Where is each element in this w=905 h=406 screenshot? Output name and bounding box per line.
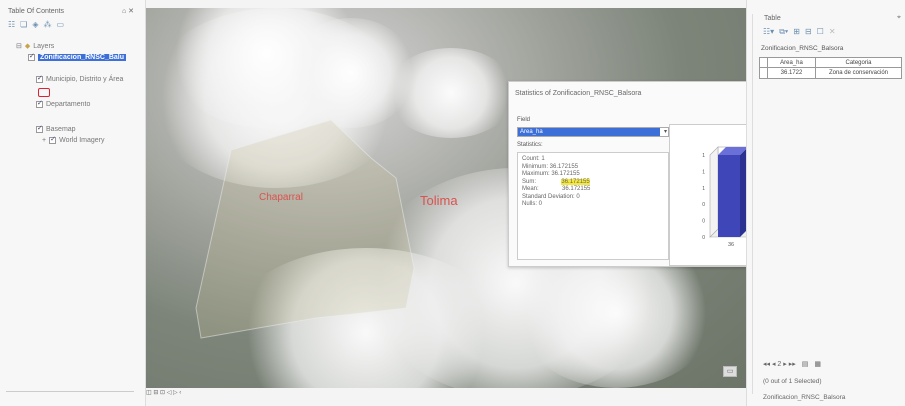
row-selector-header[interactable]	[760, 58, 768, 67]
toc-toolbar: ☷ ❏ ◈ ⁂ ▭	[8, 20, 64, 29]
field-dropdown-value[interactable]: Area_ha	[518, 128, 660, 136]
show-selected-records-icon[interactable]: ▦	[814, 360, 821, 368]
layers-label: Layers	[33, 42, 55, 50]
clear-selection-icon[interactable]: ☐	[817, 27, 824, 37]
options-icon[interactable]: ▭	[57, 20, 65, 29]
select-by-attributes-icon[interactable]: ⊞	[793, 27, 800, 37]
cell-categoria[interactable]: Zona de conservación	[816, 68, 901, 78]
layer-row-world-imagery[interactable]: + World Imagery	[42, 135, 104, 144]
related-tables-icon[interactable]: ⧉▾	[779, 27, 788, 37]
table-toolbar: ☷▾ ⧉▾ ⊞ ⊟ ☐ ✕	[763, 27, 836, 37]
delete-selected-icon[interactable]: ✕	[829, 27, 836, 37]
layer-label-municipio[interactable]: Municipio, Distrito y Área	[46, 76, 123, 83]
column-header-area[interactable]: Area_ha	[768, 58, 816, 67]
list-by-visibility-icon[interactable]: ◈	[32, 20, 38, 29]
chart-y-tick-label: 0	[702, 235, 705, 241]
table-header-row: Area_ha Categoria	[760, 58, 901, 68]
table-title: Table	[764, 15, 781, 22]
map-layout-toggles[interactable]: ◫ ⊟ ⊡ ◁ ▷ ‹	[146, 389, 181, 396]
table-options-icon[interactable]: ☷▾	[763, 27, 774, 37]
field-dropdown[interactable]: Area_ha ▾	[517, 127, 669, 137]
chart-y-tick-label: 1	[702, 186, 705, 192]
layer-label-world-imagery[interactable]: World Imagery	[59, 137, 104, 144]
record-nav-controls[interactable]: ◂◂ ◂ 2 ▸ ▸▸	[763, 360, 796, 368]
stat-mean-label: Mean:	[522, 186, 539, 192]
show-all-records-icon[interactable]: ▤	[802, 360, 809, 368]
stat-minimum: Minimum: 36.172155	[522, 163, 579, 170]
stat-stddev: Standard Deviation: 0	[522, 193, 580, 200]
layer-visibility-checkbox[interactable]	[36, 124, 43, 133]
chart-x-tick-label: 36	[728, 242, 734, 248]
toc-horizontal-scrollbar[interactable]	[6, 391, 134, 396]
stat-mean-value: 36.172155	[562, 186, 591, 192]
expand-icon[interactable]: +	[42, 137, 46, 144]
record-navigation[interactable]: ◂◂ ◂ 2 ▸ ▸▸ ▤ ▦	[763, 360, 821, 368]
layer-label-basemap[interactable]: Basemap	[46, 126, 76, 133]
attribute-table: Area_ha Categoria 36.1722 Zona de conser…	[759, 57, 902, 79]
switch-selection-icon[interactable]: ⊟	[805, 27, 812, 37]
cell-area[interactable]: 36.1722	[768, 68, 816, 78]
layer-row-basemap[interactable]: Basemap	[36, 124, 76, 133]
map-label-tolima: Tolima	[420, 193, 458, 208]
table-panel-splitter[interactable]	[749, 14, 753, 394]
list-by-selection-icon[interactable]: ⁂	[44, 20, 52, 29]
column-header-categoria[interactable]: Categoria	[816, 58, 901, 67]
layer-label-zonificacion[interactable]: Zonificacion_RNSC_Balu	[38, 54, 127, 61]
list-by-drawing-order-icon[interactable]: ☷	[8, 20, 15, 29]
chart-y-tick-label: 0	[702, 219, 705, 225]
table-row[interactable]: 36.1722 Zona de conservación	[760, 68, 901, 78]
statistics-label: Statistics:	[517, 142, 543, 148]
pin-icon[interactable]: ⌖	[897, 14, 901, 22]
toc-title: Table Of Contents	[8, 8, 65, 15]
layer-visibility-checkbox[interactable]	[36, 74, 43, 83]
chart-y-tick-label: 1	[702, 153, 705, 159]
layer-row-zonificacion[interactable]: Zonificacion_RNSC_Balu	[28, 52, 127, 61]
layer-symbol-swatch[interactable]	[38, 88, 50, 97]
table-bottom-tab[interactable]: Zonificacion_RNSC_Balsora	[763, 394, 845, 401]
collapse-icon[interactable]: ⊟	[16, 42, 22, 50]
list-by-source-icon[interactable]: ❏	[20, 20, 27, 29]
stat-sum-label: Sum:	[522, 178, 537, 185]
toc-pin-close-icons[interactable]: ⌂ ✕	[122, 7, 134, 15]
stat-sum-value: 36.172155	[561, 178, 590, 185]
layer-visibility-checkbox[interactable]	[36, 99, 43, 108]
row-selector[interactable]	[760, 68, 768, 78]
chart-bar	[718, 155, 740, 237]
chart-y-tick-label: 1	[702, 169, 705, 175]
table-name-tab[interactable]: Zonificacion_RNSC_Balsora	[761, 45, 843, 52]
table-panel: Table ⌖ ☷▾ ⧉▾ ⊞ ⊟ ☐ ✕ Zonificacion_RNSC_…	[746, 0, 905, 406]
layers-folder-icon: ◆	[24, 43, 31, 50]
layer-row-municipio[interactable]: Municipio, Distrito y Área	[36, 74, 123, 83]
chevron-down-icon[interactable]: ▾	[664, 128, 667, 135]
field-label: Field	[517, 117, 531, 123]
statistics-values-box: Count: 1 Minimum: 36.172155 Maximum: 36.…	[517, 152, 669, 260]
selection-status: (0 out of 1 Selected)	[763, 378, 822, 385]
stat-nulls: Nulls: 0	[522, 201, 543, 207]
layer-visibility-checkbox[interactable]	[49, 135, 57, 144]
layer-row-departamento[interactable]: Departamento	[36, 99, 90, 108]
chart-y-tick-label: 0	[702, 202, 705, 208]
stat-count: Count: 1	[522, 156, 545, 162]
stat-maximum: Maximum: 36.172155	[522, 171, 580, 177]
map-label-chaparral: Chaparral	[259, 192, 303, 203]
map-overview-button[interactable]: ▭	[723, 366, 737, 377]
dialog-title: Statistics of Zonificacion_RNSC_Balsora	[515, 90, 642, 97]
chart-left-wall	[709, 146, 719, 238]
layer-label-departamento[interactable]: Departamento	[46, 101, 90, 108]
stat-sum: Sum: 36.172155	[522, 178, 664, 187]
table-of-contents-panel: Table Of Contents ⌂ ✕ ☷ ❏ ◈ ⁂ ▭ ⊟ ◆ Laye…	[0, 0, 146, 406]
layer-visibility-checkbox[interactable]	[28, 52, 35, 61]
stat-mean: Mean: 36.172155	[522, 186, 664, 194]
layers-group-row[interactable]: ⊟ ◆ Layers	[16, 42, 55, 51]
